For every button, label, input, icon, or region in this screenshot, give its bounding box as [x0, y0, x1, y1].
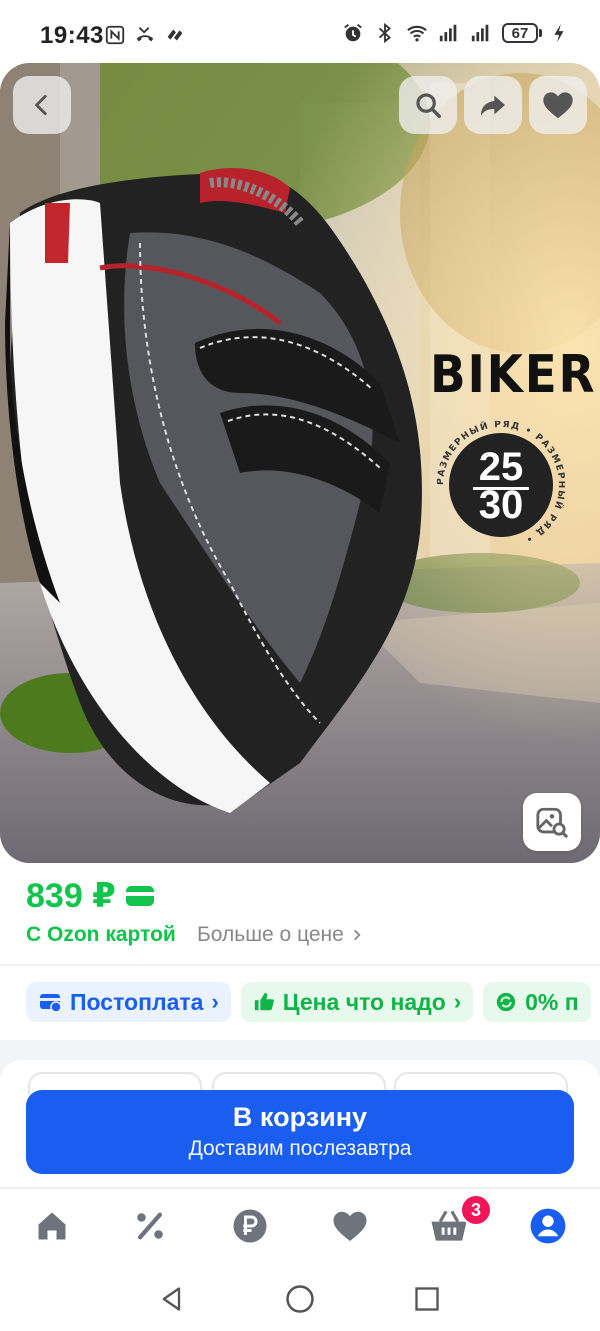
back-button[interactable]	[13, 76, 71, 134]
nav-favorites[interactable]	[328, 1204, 372, 1248]
recents-square-icon	[415, 1287, 439, 1311]
profile-icon	[530, 1208, 566, 1244]
favorite-button[interactable]	[529, 76, 587, 134]
cart-badge: 3	[460, 1194, 492, 1226]
chevron-right-icon: ›	[453, 989, 462, 1014]
ozon-card-label: С Ozon картой	[26, 923, 176, 946]
price-row: 839 ₽	[26, 876, 154, 916]
chip-postpay[interactable]: Постоплата ›	[26, 982, 231, 1022]
promo-chips: Постоплата › Цена что надо › 0% п	[26, 982, 591, 1022]
image-search-icon	[536, 807, 568, 838]
installment-icon	[496, 992, 516, 1012]
signal-icon	[471, 24, 489, 42]
size-to: 30	[478, 483, 524, 527]
nfc-icon	[105, 25, 125, 45]
status-time: 19:43	[40, 22, 104, 49]
chip-good-price[interactable]: Цена что надо ›	[240, 982, 474, 1022]
nav-profile[interactable]	[526, 1204, 570, 1248]
chip-installment-label: 0% п	[525, 988, 579, 1015]
favorites-icon	[333, 1211, 367, 1241]
price: 839 ₽	[26, 877, 116, 915]
system-recents-button[interactable]	[410, 1282, 444, 1316]
search-icon	[416, 93, 441, 118]
home-circle-icon	[286, 1285, 314, 1313]
home-icon	[38, 1212, 66, 1240]
more-about-price-label: Больше о цене	[197, 923, 344, 946]
chevron-right-icon	[353, 929, 361, 941]
ozon-notification-icon	[167, 29, 183, 41]
discount-icon	[137, 1212, 163, 1240]
missed-call-icon	[136, 27, 154, 42]
ruble-icon	[233, 1209, 267, 1243]
wifi-icon	[407, 25, 427, 42]
thumbs-up-icon	[254, 992, 274, 1011]
brand-logo: BIKER	[430, 345, 597, 405]
charging-icon	[554, 23, 564, 43]
back-arrow-icon	[35, 94, 47, 116]
chevron-right-icon: ›	[211, 989, 219, 1014]
nav-home[interactable]	[30, 1204, 74, 1248]
battery-level: 67	[502, 23, 538, 43]
chip-postpay-label: Постоплата	[70, 988, 204, 1015]
size-range-badge: РАЗМЕРНЫЙ РЯД • РАЗМЕРНЫЙ РЯД • 25 30	[437, 421, 565, 549]
delivery-estimate: Доставим послезавтра	[188, 1137, 412, 1160]
share-icon	[481, 95, 505, 116]
status-bar: 19:43 67	[0, 0, 600, 62]
system-home-button[interactable]	[283, 1282, 317, 1316]
system-back-button[interactable]	[155, 1282, 189, 1316]
product-image[interactable]: BIKER РАЗМЕРНЫЙ РЯД • РАЗМЕРНЫЙ РЯД • 25…	[0, 63, 600, 863]
chip-good-price-label: Цена что надо	[282, 988, 446, 1015]
divider	[0, 1187, 600, 1189]
chip-installment[interactable]: 0% п	[483, 982, 591, 1022]
divider	[0, 964, 600, 966]
image-search-button[interactable]	[523, 793, 581, 851]
add-to-cart-button[interactable]: В корзину Доставим послезавтра	[26, 1090, 574, 1174]
postpay-icon	[40, 994, 62, 1013]
bluetooth-icon	[378, 22, 391, 44]
system-navigation-bar	[0, 1264, 600, 1331]
heart-icon	[543, 92, 573, 119]
search-button[interactable]	[399, 76, 457, 134]
bottom-navigation	[0, 1192, 600, 1264]
nav-finance[interactable]	[228, 1204, 272, 1248]
share-button[interactable]	[464, 76, 522, 134]
ozon-card-icon	[125, 886, 154, 906]
more-about-price-link[interactable]: Больше о цене	[197, 923, 364, 947]
back-triangle-icon	[162, 1287, 181, 1311]
alarm-icon	[344, 24, 362, 42]
nav-discounts[interactable]	[128, 1204, 172, 1248]
add-to-cart-label: В корзину	[232, 1102, 368, 1132]
signal-icon	[439, 24, 457, 42]
battery-indicator: 67	[502, 23, 542, 43]
